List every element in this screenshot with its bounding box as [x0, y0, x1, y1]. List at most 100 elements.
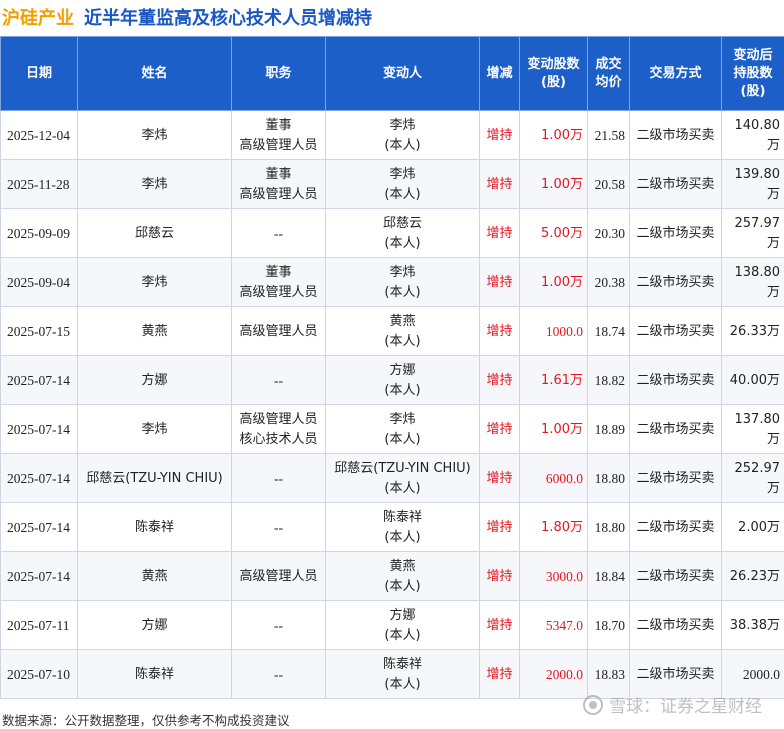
cell-date: 2025-07-10 [1, 650, 78, 699]
cell-direction: 增持 [480, 356, 520, 405]
page-title: 沪硅产业 近半年董监高及核心技术人员增减持 [2, 2, 782, 32]
table-row: 2025-12-04李炜董事高级管理人员李炜(本人)增持1.00万21.58二级… [1, 111, 784, 160]
table-row: 2025-07-14陈泰祥--陈泰祥(本人)增持1.80万18.80二级市场买卖… [1, 503, 784, 552]
cell-shares: 1.00万 [520, 405, 588, 454]
cell-method: 二级市场买卖 [630, 307, 722, 356]
cell-name: 黄燕 [78, 552, 232, 601]
cell-name: 李炜 [78, 258, 232, 307]
cell-person: 陈泰祥 (本人) [326, 650, 480, 699]
cell-date-text: 2025-07-14 [7, 471, 70, 486]
cell-date-text: 2025-07-14 [7, 422, 70, 437]
cell-method: 二级市场买卖 [630, 209, 722, 258]
cell-direction: 增持 [480, 601, 520, 650]
cell-price: 20.30 [588, 209, 630, 258]
cell-direction-text: 增持 [486, 373, 512, 388]
cell-price-text: 18.82 [595, 373, 625, 388]
cell-name: 邱慈云 [78, 209, 232, 258]
cell-person-text: (本人) [384, 628, 420, 643]
cell-holdings-after: 138.80万 [722, 258, 784, 307]
cell-method-text: 二级市场买卖 [636, 128, 714, 143]
cell-shares-text: 1.00万 [541, 275, 583, 290]
cell-person-text: 李炜 [389, 412, 415, 427]
cell-price: 18.89 [588, 405, 630, 454]
cell-person: 方娜(本人) [326, 356, 480, 405]
data-source-note: 数据来源：公开数据整理，仅供参考不构成投资建议 [2, 710, 290, 729]
cell-name: 李炜 [78, 405, 232, 454]
cell-title: 高级管理人员 [232, 552, 326, 601]
table-row: 2025-07-11方娜--方娜(本人)增持5347.018.70二级市场买卖3… [1, 601, 784, 650]
cell-title-text: -- [274, 618, 283, 633]
cell-holdings-after: 139.80万 [722, 160, 784, 209]
cell-person-text: 邱慈云(TZU-YIN CHIU) [334, 461, 471, 476]
cell-shares-text: 1.80万 [541, 520, 583, 535]
cell-holdings-after: 40.00万 [722, 356, 784, 405]
cell-date: 2025-11-28 [1, 160, 78, 209]
cell-direction-text: 增持 [486, 422, 512, 437]
cell-title: 高级管理人员 [232, 307, 326, 356]
cell-price-text: 20.58 [595, 177, 625, 192]
table-row: 2025-09-04李炜董事高级管理人员李炜(本人)增持1.00万20.38二级… [1, 258, 784, 307]
cell-person: 李炜(本人) [326, 160, 480, 209]
cell-holdings-after: 257.97万 [722, 209, 784, 258]
cell-name: 陈泰祥 [78, 503, 232, 552]
cell-title-text: -- [274, 226, 283, 241]
cell-title: 董事高级管理人员 [232, 160, 326, 209]
cell-date: 2025-07-14 [1, 356, 78, 405]
cell-price: 18.82 [588, 356, 630, 405]
cell-holdings-after: 38.38万 [722, 601, 784, 650]
cell-date: 2025-07-14 [1, 552, 78, 601]
cell-method-text: 二级市场买卖 [636, 569, 714, 584]
cell-person-text: (本人) [384, 677, 420, 692]
cell-person-text: 李炜 [389, 265, 415, 280]
table-header-row: 日期姓名职务变动人增减变动股数(股)成交均价交易方式变动后持股数(股) [1, 37, 784, 111]
header-col-direction: 增减 [480, 37, 520, 111]
cell-method-text: 二级市场买卖 [636, 471, 714, 486]
cell-price-text: 18.70 [595, 618, 625, 633]
cell-title-text: 高级管理人员 [239, 324, 317, 339]
cell-person-text: (本人) [384, 187, 420, 202]
cell-shares-text: 6000.0 [546, 471, 583, 486]
cell-direction-text: 增持 [486, 520, 512, 535]
cell-name-text: 李炜 [141, 128, 167, 143]
cell-method-text: 二级市场买卖 [636, 324, 714, 339]
cell-method-text: 二级市场买卖 [636, 422, 714, 437]
cell-price: 18.70 [588, 601, 630, 650]
cell-shares-text: 1000.0 [546, 324, 583, 339]
cell-price-text: 20.30 [595, 226, 625, 241]
cell-date: 2025-07-11 [1, 601, 78, 650]
cell-name: 李炜 [78, 111, 232, 160]
cell-shares-text: 2000.0 [546, 667, 583, 682]
cell-price: 18.74 [588, 307, 630, 356]
cell-shares: 1.00万 [520, 258, 588, 307]
cell-title: 高级管理人员核心技术人员 [232, 405, 326, 454]
table-row: 2025-07-14李炜高级管理人员核心技术人员李炜(本人)增持1.00万18.… [1, 405, 784, 454]
cell-shares: 1.00万 [520, 111, 588, 160]
cell-price-text: 18.83 [595, 667, 625, 682]
cell-name-text: 方娜 [141, 373, 167, 388]
header-col-title: 职务 [232, 37, 326, 111]
cell-date-text: 2025-07-11 [7, 618, 70, 633]
cell-person-text: 陈泰祥 [383, 657, 422, 672]
cell-holdings-after-text: 140.80万 [735, 118, 781, 153]
cell-method: 二级市场买卖 [630, 356, 722, 405]
cell-shares-text: 1.61万 [541, 373, 583, 388]
cell-method: 二级市场买卖 [630, 111, 722, 160]
cell-direction: 增持 [480, 258, 520, 307]
header-col-shares: 变动股数(股) [520, 37, 588, 111]
cell-date: 2025-07-15 [1, 307, 78, 356]
header-col-name: 姓名 [78, 37, 232, 111]
cell-holdings-after: 2.00万 [722, 503, 784, 552]
cell-date-text: 2025-12-04 [7, 128, 70, 143]
cell-name-text: 李炜 [141, 177, 167, 192]
cell-direction-text: 增持 [486, 177, 512, 192]
cell-person-text: 陈泰祥 [383, 510, 422, 525]
cell-person: 方娜(本人) [326, 601, 480, 650]
cell-method: 二级市场买卖 [630, 601, 722, 650]
cell-name: 陈泰祥 [78, 650, 232, 699]
cell-shares: 1000.0 [520, 307, 588, 356]
cell-holdings-after: 26.33万 [722, 307, 784, 356]
header-col-price: 成交均价 [588, 37, 630, 111]
cell-method: 二级市场买卖 [630, 454, 722, 503]
cell-date-text: 2025-07-14 [7, 569, 70, 584]
cell-title-text: -- [274, 667, 283, 682]
